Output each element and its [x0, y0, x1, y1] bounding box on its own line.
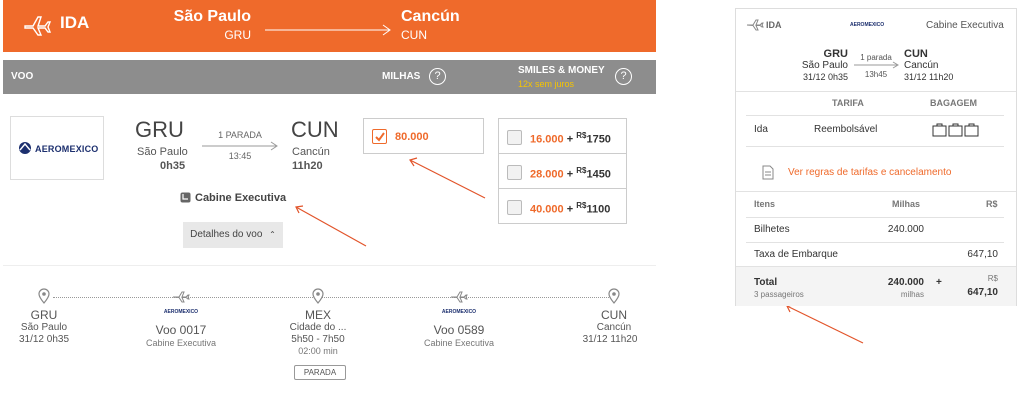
summary-origin-city: São Paulo — [801, 60, 848, 71]
summary-duration: 13h45 — [864, 70, 888, 79]
tl-leg2-cabin: Cabine Executiva — [423, 338, 495, 348]
leg-label: Ida — [754, 124, 768, 135]
tl-leg1-cabin: Cabine Executiva — [145, 338, 217, 348]
airplane-icon — [172, 291, 190, 303]
items-header: Itens — [754, 199, 776, 209]
tl-start-datetime: 31/12 0h35 — [18, 334, 70, 345]
baggage-icon — [932, 123, 979, 137]
airplane-icon — [746, 19, 764, 31]
tl-stop-city: Cidade do ... — [289, 322, 347, 333]
tl-stop-wait: 02:00 min — [298, 346, 338, 356]
tl-end-city: Cancún — [596, 322, 632, 333]
total-miles-unit: milhas — [900, 290, 924, 299]
divider — [736, 191, 1016, 192]
passengers-count: 3 passageiros — [754, 290, 804, 299]
summary-dest-datetime: 31/12 11h20 — [904, 72, 954, 82]
document-icon — [762, 165, 774, 180]
tax-label: Taxa de Embarque — [754, 249, 838, 260]
annotation-arrow-miles — [409, 159, 486, 199]
summary-airline: AEROMEXICO — [850, 22, 885, 28]
money-header: R$ — [986, 199, 998, 209]
tl-stop-code: MEX — [304, 308, 331, 322]
location-pin-icon — [38, 288, 50, 304]
booking-summary: IDA AEROMEXICO Cabine Executiva GRU São … — [735, 8, 1017, 306]
airplane-icon — [450, 291, 468, 303]
total-plus: + — [936, 277, 942, 288]
tickets-miles: 240.000 — [887, 224, 924, 235]
divider — [736, 266, 1016, 267]
tariff-value: Reembolsável — [814, 124, 878, 135]
baggage-header: BAGAGEM — [930, 98, 977, 108]
tl-leg1-flight: Voo 0017 — [155, 323, 207, 337]
total-label: Total — [754, 277, 778, 288]
total-money: 647,10 — [967, 287, 998, 298]
timeline-dotted-line — [53, 297, 613, 298]
tl-airline-mini: AEROMEXICO — [163, 309, 199, 315]
tl-end-datetime: 31/12 11h20 — [582, 334, 638, 345]
location-pin-icon — [608, 288, 620, 304]
tl-start-code: GRU — [30, 308, 58, 322]
annotation-arrow-cabin — [295, 206, 367, 247]
tariff-header: TARIFA — [832, 98, 864, 108]
summary-cabin: Cabine Executiva — [926, 20, 1004, 31]
annotation-arrow-total — [786, 305, 864, 344]
tl-start-city: São Paulo — [20, 322, 68, 333]
summary-origin-code: GRU — [823, 48, 848, 60]
total-currency: R$ — [987, 274, 998, 283]
location-pin-icon — [312, 288, 324, 304]
tl-leg2-flight: Voo 0589 — [433, 323, 485, 337]
summary-dest-code: CUN — [904, 48, 928, 60]
stop-badge: PARADA — [294, 365, 346, 380]
tl-airline-mini: AEROMEXICO — [441, 309, 477, 315]
summary-dest-city: Cancún — [904, 60, 939, 71]
divider — [746, 146, 1004, 147]
tickets-label: Bilhetes — [754, 224, 790, 235]
divider — [746, 217, 1004, 218]
summary-direction: IDA — [766, 20, 782, 30]
summary-origin-datetime: 31/12 0h35 — [802, 72, 848, 82]
miles-header: Milhas — [892, 199, 921, 209]
divider — [736, 91, 1016, 92]
flight-timeline: GRU São Paulo 31/12 0h35 AEROMEXICO Voo … — [3, 265, 656, 401]
tl-stop-times: 5h50 - 7h50 — [291, 334, 345, 345]
summary-arrow-icon — [854, 61, 899, 69]
fare-rules-link[interactable]: Ver regras de tarifas e cancelamento — [788, 167, 951, 178]
divider — [746, 242, 1004, 243]
tl-end-code: CUN — [601, 308, 627, 322]
tax-value: 647,10 — [967, 249, 998, 260]
total-miles: 240.000 — [887, 277, 924, 288]
divider — [746, 115, 1004, 116]
